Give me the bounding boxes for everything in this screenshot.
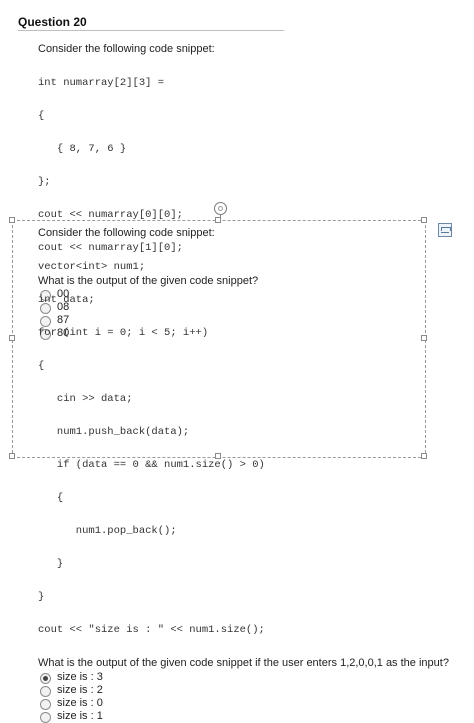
answer-option[interactable]: size is : 2 <box>38 684 449 697</box>
answer-option-label: size is : 0 <box>57 697 103 709</box>
part2-code: vector<int> num1; int data; for (int i =… <box>38 240 449 658</box>
radio-button-icon[interactable] <box>40 699 51 710</box>
code-line: } <box>38 558 64 570</box>
answer-option-label: size is : 2 <box>57 684 103 696</box>
answer-option-label: size is : 3 <box>57 671 103 683</box>
resize-handle-top-left[interactable] <box>9 217 15 223</box>
code-line: vector<int> num1; <box>38 261 146 273</box>
answer-option[interactable]: size is : 0 <box>38 697 449 710</box>
radio-button-icon[interactable] <box>40 712 51 723</box>
code-line: { <box>38 360 45 372</box>
rotate-handle-icon[interactable] <box>214 202 227 215</box>
answer-option[interactable]: size is : 3 <box>38 671 449 684</box>
resize-handle-left[interactable] <box>9 335 15 341</box>
resize-handle-top-right[interactable] <box>421 217 427 223</box>
code-line: { 8, 7, 6 } <box>38 143 127 155</box>
part1-prompt: Consider the following code snippet: <box>38 43 215 55</box>
part2-prompt: Consider the following code snippet: <box>38 227 215 239</box>
code-line: int data; <box>38 294 95 306</box>
code-line: }; <box>38 176 51 188</box>
question-title-divider <box>18 30 284 31</box>
part2-options: size is : 3 size is : 2 size is : 0 size… <box>38 671 449 723</box>
radio-button-icon[interactable] <box>40 686 51 697</box>
code-line: cin >> data; <box>38 393 133 405</box>
code-line: cout << "size is : " << num1.size(); <box>38 624 265 636</box>
resize-handle-top[interactable] <box>215 217 221 223</box>
part2-question-text: What is the output of the given code sni… <box>38 657 449 669</box>
code-line: { <box>38 110 45 122</box>
code-line: for (int i = 0; i < 5; i++) <box>38 327 209 339</box>
code-line: int numarray[2][3] = <box>38 77 165 89</box>
code-line: } <box>38 591 45 603</box>
resize-handle-bottom-left[interactable] <box>9 453 15 459</box>
question-title: Question 20 <box>18 15 87 29</box>
answer-option[interactable]: size is : 1 <box>38 710 449 723</box>
radio-button-icon[interactable] <box>40 673 51 684</box>
code-line: num1.pop_back(); <box>38 525 177 537</box>
code-line: if (data == 0 && num1.size() > 0) <box>38 459 265 471</box>
code-line: num1.push_back(data); <box>38 426 190 438</box>
answer-option-label: size is : 1 <box>57 710 103 722</box>
code-line: { <box>38 492 64 504</box>
